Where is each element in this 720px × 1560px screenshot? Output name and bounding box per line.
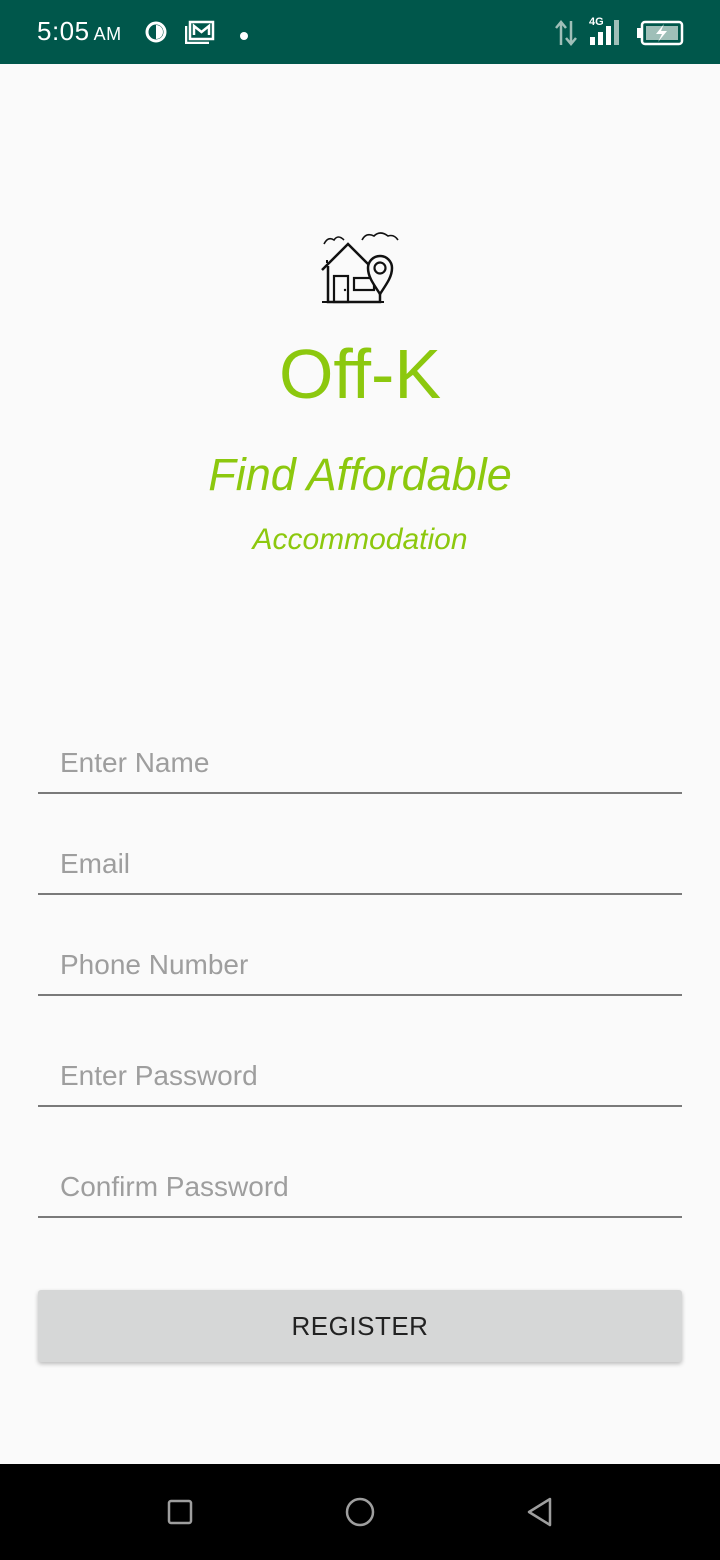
register-screen: Off-K Find Affordable Accommodation REGI… (0, 64, 720, 1464)
signal-4g-icon: 4G (588, 14, 626, 51)
register-button[interactable]: REGISTER (38, 1290, 682, 1362)
gmail-icon (184, 20, 215, 49)
status-time-ampm: AM (93, 24, 122, 44)
email-field[interactable] (38, 835, 682, 895)
data-saver-icon (145, 21, 167, 48)
status-time: 5:05 AM (37, 16, 122, 47)
home-circle-icon[interactable] (340, 1492, 380, 1532)
navigation-bar (0, 1464, 720, 1560)
house-location-icon (318, 230, 402, 306)
phone-field[interactable] (38, 936, 682, 996)
confirm-password-field[interactable] (38, 1158, 682, 1218)
battery-charging-icon (636, 20, 684, 51)
name-field[interactable] (38, 734, 682, 794)
network-type-label: 4G (589, 16, 604, 28)
data-transfer-icon (554, 19, 578, 52)
tagline-line-2: Accommodation (252, 523, 468, 556)
password-field[interactable] (38, 1047, 682, 1107)
recents-square-icon[interactable] (160, 1492, 200, 1532)
tagline-line-1: Find Affordable (208, 449, 512, 500)
back-triangle-icon[interactable] (520, 1492, 560, 1532)
notification-dot-icon (239, 28, 249, 46)
status-time-value: 5:05 (37, 16, 90, 46)
app-title: Off-K (278, 335, 442, 413)
status-bar: 5:05 AM 4G (0, 0, 720, 64)
